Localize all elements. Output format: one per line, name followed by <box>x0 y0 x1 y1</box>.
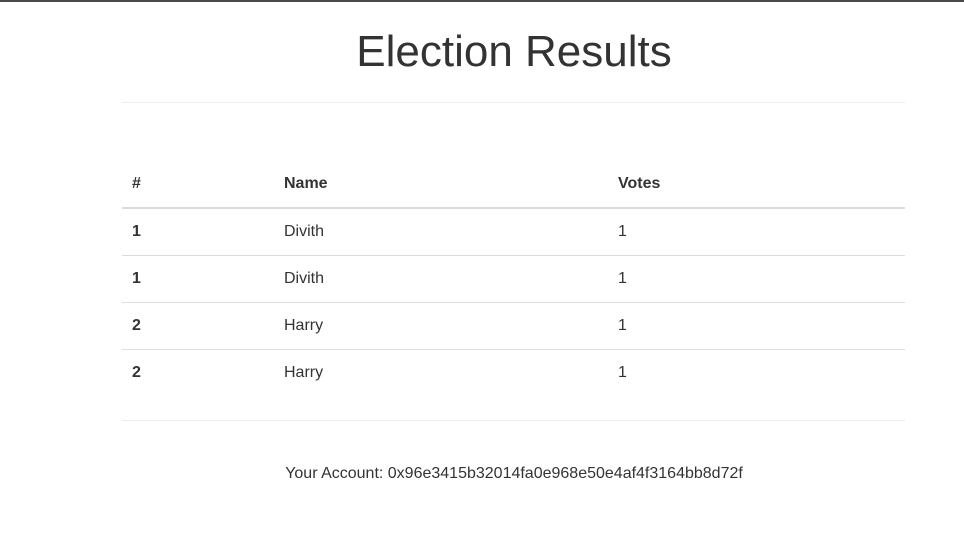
table-row: 1 Divith 1 <box>122 208 905 256</box>
column-header-votes: Votes <box>608 160 905 209</box>
page-title: Election Results <box>356 27 672 76</box>
table-row: 1 Divith 1 <box>122 255 905 303</box>
cell-votes: 1 <box>618 223 627 240</box>
cell-votes: 1 <box>608 302 905 350</box>
column-header-index: # <box>122 160 274 209</box>
table-header-row: # Name Votes <box>122 160 905 209</box>
cell-index: 1 <box>132 223 141 240</box>
cell-name: Divith <box>284 223 325 240</box>
table-row: 2 Harry 1 <box>122 302 905 350</box>
table-row: 2 Harry 1 <box>122 349 905 396</box>
cell-index: 2 <box>122 349 274 396</box>
cell-name: Harry <box>274 349 608 396</box>
results-table: # Name Votes 1 Divith 1 1 Divith 1 2 Har… <box>122 160 905 396</box>
cell-name: Harry <box>274 302 608 350</box>
window-top-border <box>0 0 964 2</box>
cell-index: 2 <box>122 302 274 350</box>
column-header-name: Name <box>274 160 608 209</box>
page: Election Results # Name Votes 1 Divith 1… <box>0 0 964 555</box>
account-address: Your Account: 0x96e3415b32014fa0e968e50e… <box>285 465 743 482</box>
cell-name: Divith <box>274 255 608 303</box>
cell-votes: 1 <box>608 255 905 303</box>
top-divider <box>122 102 905 103</box>
bottom-divider <box>122 420 905 421</box>
cell-votes: 1 <box>608 349 905 396</box>
cell-index: 1 <box>122 255 274 303</box>
